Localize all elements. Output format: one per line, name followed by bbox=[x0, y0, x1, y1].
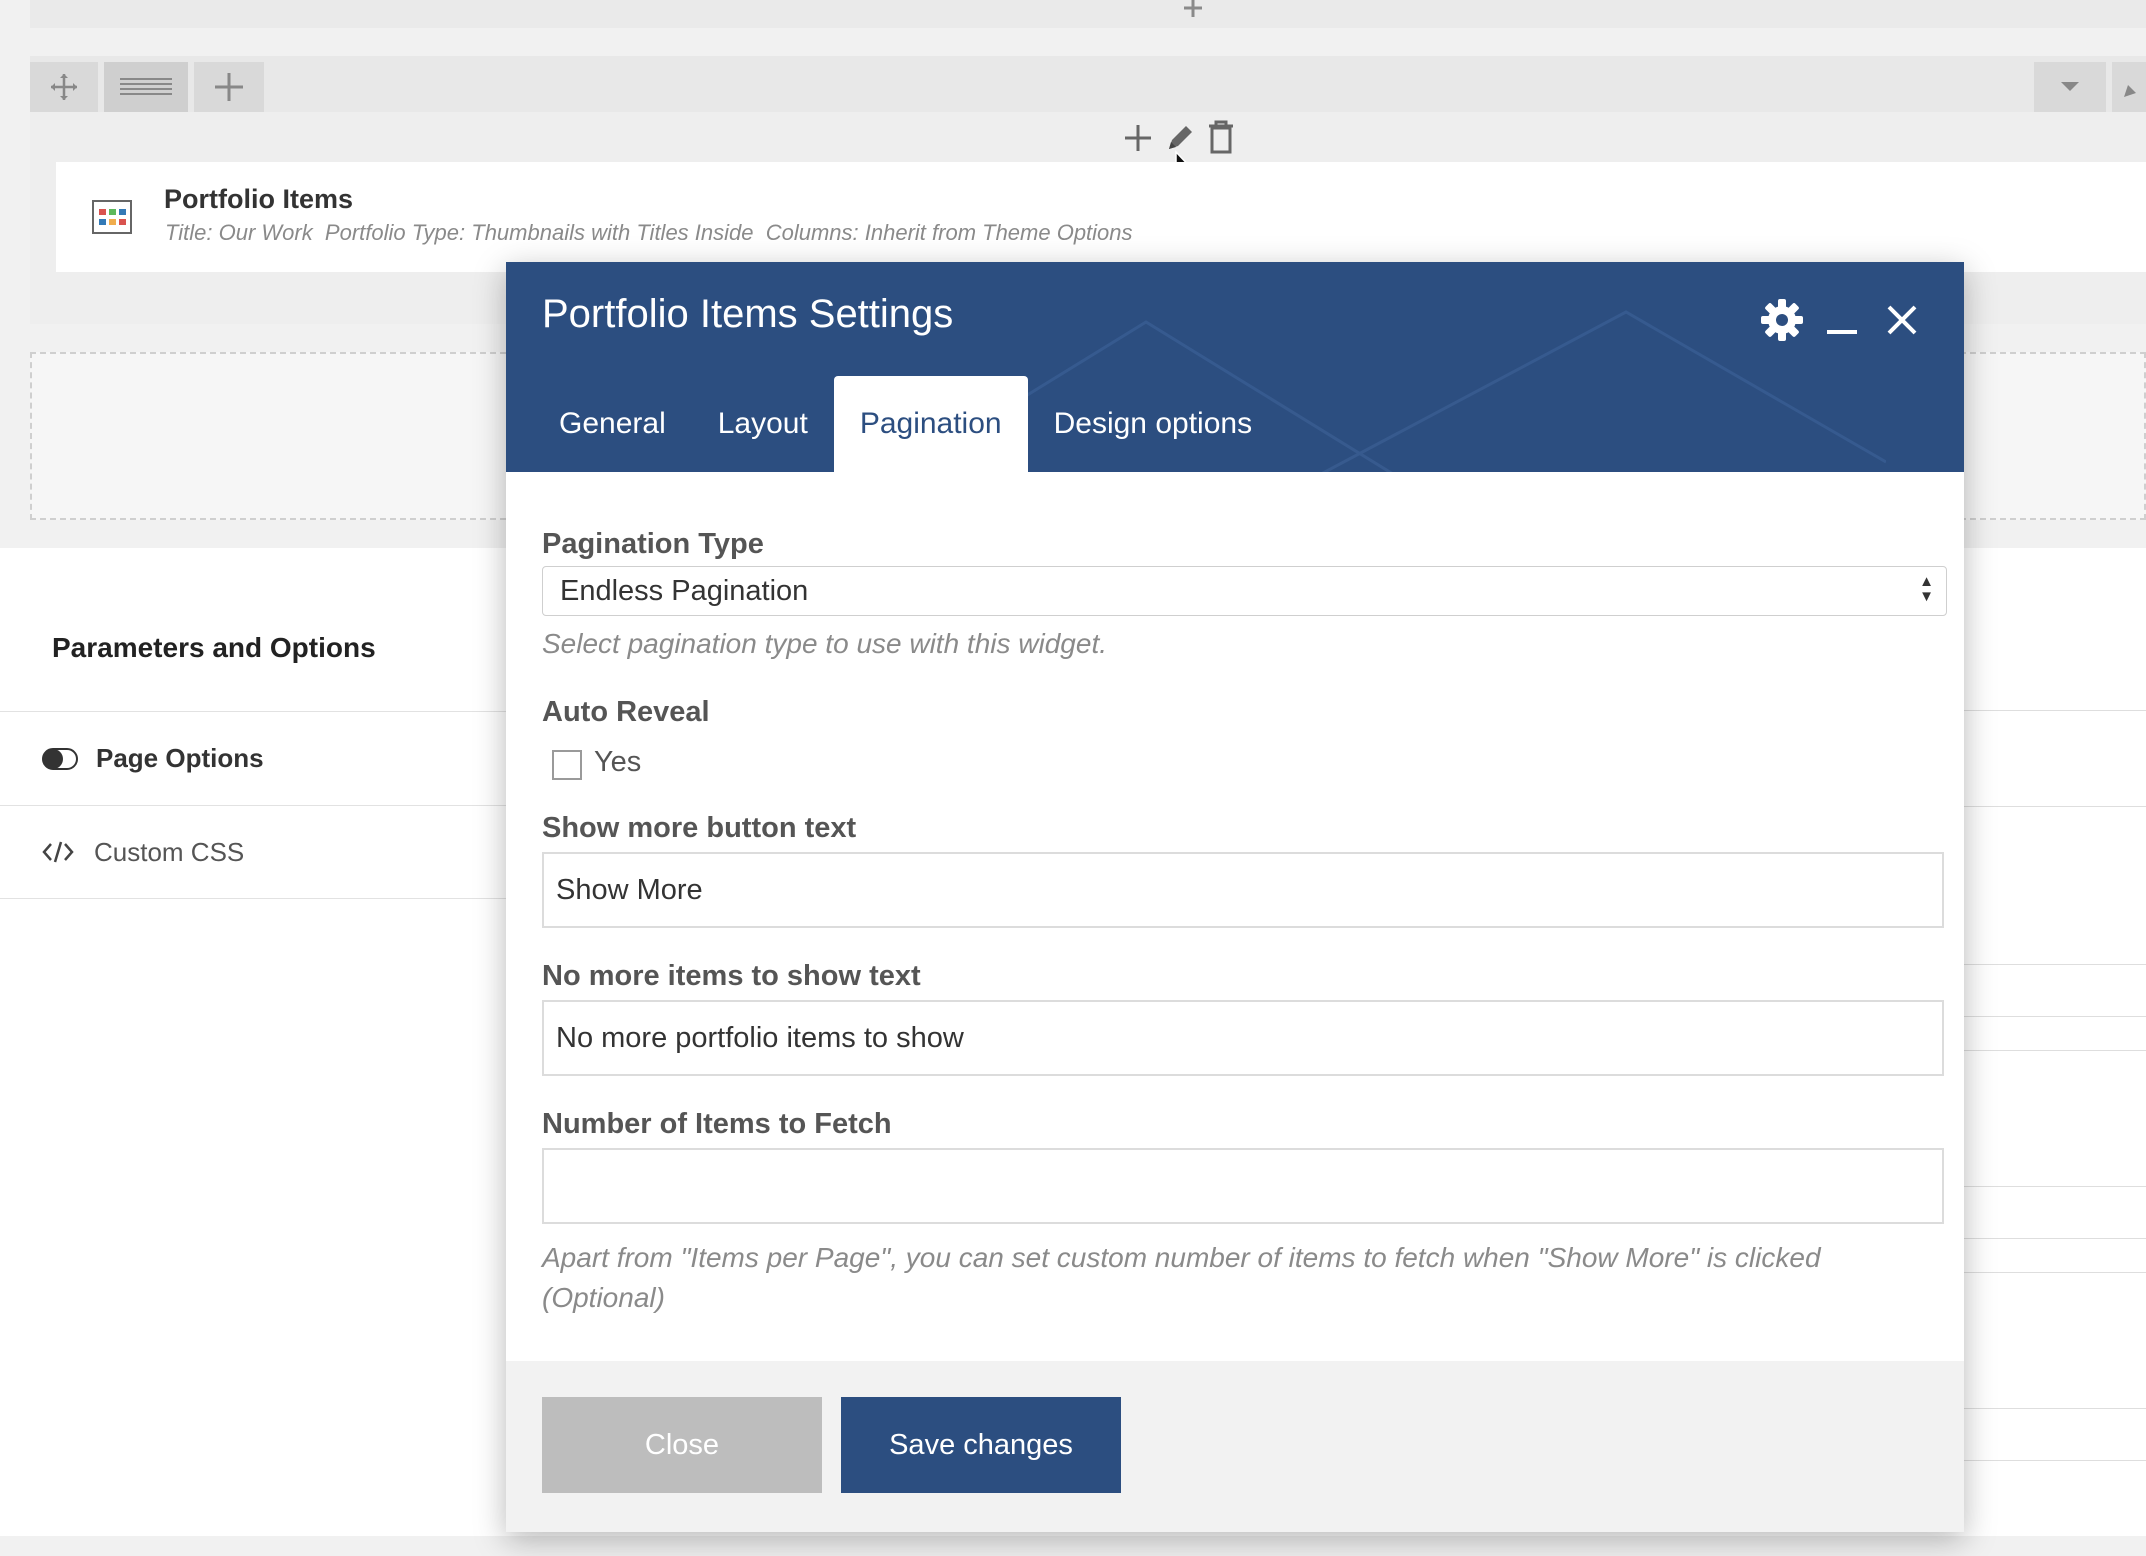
items-fetch-input[interactable] bbox=[542, 1148, 1944, 1224]
toggle-icon bbox=[42, 747, 78, 770]
pagination-type-select[interactable]: Endless Pagination ▲ ▼ bbox=[542, 566, 1947, 616]
element-title: Portfolio Items bbox=[164, 184, 354, 214]
sidebar-item-label: Custom CSS bbox=[94, 836, 245, 867]
settings-modal: Portfolio Items Settings General Layout … bbox=[506, 262, 1964, 1532]
tab-pagination[interactable]: Pagination bbox=[833, 376, 1028, 472]
portfolio-items-element[interactable]: Portfolio Items Title: Our Work Portfoli… bbox=[56, 162, 2146, 272]
sidebar-item-page-options[interactable]: Page Options bbox=[0, 711, 506, 805]
pagination-type-help: Select pagination type to use with this … bbox=[542, 628, 1108, 659]
pagination-type-label: Pagination Type bbox=[542, 528, 764, 560]
modal-title: Portfolio Items Settings bbox=[542, 292, 954, 336]
save-changes-button[interactable]: Save changes bbox=[841, 1397, 1121, 1493]
pagination-type-value: Endless Pagination bbox=[560, 574, 809, 607]
select-arrows-icon: ▲ ▼ bbox=[1919, 573, 1934, 605]
sidebar-item-custom-css[interactable]: Custom CSS bbox=[0, 805, 506, 899]
add-icon[interactable] bbox=[194, 62, 264, 112]
parameters-title: Parameters and Options bbox=[52, 632, 376, 663]
no-more-input[interactable]: No more portfolio items to show bbox=[542, 1000, 1944, 1076]
edit-icon[interactable] bbox=[2112, 62, 2146, 112]
columns-icon[interactable] bbox=[104, 62, 188, 112]
close-icon[interactable] bbox=[1878, 296, 1926, 344]
show-more-label: Show more button text bbox=[542, 812, 857, 844]
auto-reveal-checkbox[interactable] bbox=[552, 750, 582, 780]
section-top-strip bbox=[30, 0, 2146, 28]
move-icon[interactable] bbox=[30, 62, 98, 112]
add-section-icon[interactable] bbox=[1178, 0, 1208, 18]
element-summary: Title: Our Work Portfolio Type: Thumbnai… bbox=[165, 220, 1133, 245]
minimize-icon[interactable] bbox=[1818, 296, 1866, 344]
items-fetch-label: Number of Items to Fetch bbox=[542, 1108, 892, 1140]
tab-general[interactable]: General bbox=[533, 376, 692, 472]
tab-design-options[interactable]: Design options bbox=[1028, 376, 1278, 472]
chevron-down-icon[interactable] bbox=[2034, 62, 2106, 112]
items-fetch-help: Apart from "Items per Page", you can set… bbox=[542, 1242, 1821, 1273]
code-icon bbox=[42, 841, 74, 863]
auto-reveal-label: Auto Reveal bbox=[542, 696, 710, 728]
sidebar-item-label: Page Options bbox=[96, 743, 264, 773]
no-more-label: No more items to show text bbox=[542, 960, 921, 992]
tab-layout[interactable]: Layout bbox=[692, 376, 834, 472]
portfolio-grid-icon bbox=[92, 200, 132, 234]
close-button[interactable]: Close bbox=[542, 1397, 822, 1493]
tab-bar: General Layout Pagination Design options bbox=[533, 376, 1278, 472]
gear-icon[interactable] bbox=[1758, 296, 1806, 344]
modal-header[interactable]: Portfolio Items Settings General Layout … bbox=[506, 262, 1964, 472]
items-fetch-help-optional: (Optional) bbox=[542, 1282, 665, 1313]
element-delete-icon[interactable] bbox=[1206, 120, 1236, 154]
auto-reveal-option-label[interactable]: Yes bbox=[594, 746, 641, 779]
element-add-icon[interactable] bbox=[1122, 122, 1154, 154]
modal-footer: Close Save changes bbox=[506, 1361, 1964, 1532]
show-more-input[interactable]: Show More bbox=[542, 852, 1944, 928]
